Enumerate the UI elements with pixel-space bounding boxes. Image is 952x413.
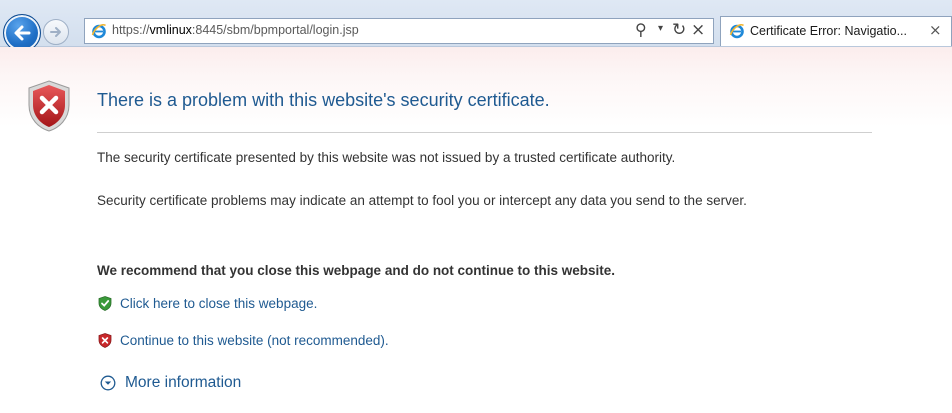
address-bar[interactable]: https://vmlinux:8445/sbm/bpmportal/login… <box>84 18 714 44</box>
search-icon[interactable]: ⚲ <box>635 20 647 39</box>
red-shield-x-small-icon <box>98 333 112 348</box>
refresh-icon[interactable]: ↻ <box>672 20 686 40</box>
title-divider <box>97 132 872 133</box>
browser-toolbar: https://vmlinux:8445/sbm/bpmportal/login… <box>0 0 952 52</box>
expand-chevron-icon <box>100 375 116 391</box>
more-information-toggle[interactable]: More information <box>100 374 241 392</box>
continue-website-link[interactable]: Continue to this website (not recommende… <box>98 333 389 348</box>
forward-arrow-icon <box>50 27 61 37</box>
internet-explorer-icon <box>91 24 107 39</box>
close-webpage-link[interactable]: Click here to close this webpage. <box>98 296 317 311</box>
error-page-content: There is a problem with this website's s… <box>0 47 952 413</box>
forward-button[interactable] <box>43 19 69 45</box>
back-arrow-icon <box>14 25 31 41</box>
page-title: There is a problem with this website's s… <box>97 90 550 110</box>
internet-explorer-icon <box>729 24 745 39</box>
continue-website-label[interactable]: Continue to this website (not recommende… <box>120 333 389 348</box>
tab-title: Certificate Error: Navigatio... <box>750 24 907 38</box>
red-shield-x-icon <box>28 80 70 132</box>
security-warning-text: Security certificate problems may indica… <box>97 193 747 208</box>
tab-certificate-error[interactable]: Certificate Error: Navigatio... × <box>720 16 952 46</box>
address-dropdown-icon[interactable]: ▾ <box>658 23 663 34</box>
certificate-issue-text: The security certificate presented by th… <box>97 150 676 165</box>
close-webpage-label[interactable]: Click here to close this webpage. <box>120 296 317 311</box>
more-information-label[interactable]: More information <box>125 374 241 392</box>
green-shield-check-icon <box>98 296 112 311</box>
stop-icon[interactable]: × <box>691 20 705 40</box>
tab-close-icon[interactable]: × <box>929 21 942 39</box>
address-url[interactable]: https://vmlinux:8445/sbm/bpmportal/login… <box>112 23 359 37</box>
recommendation-text: We recommend that you close this webpage… <box>97 263 616 278</box>
